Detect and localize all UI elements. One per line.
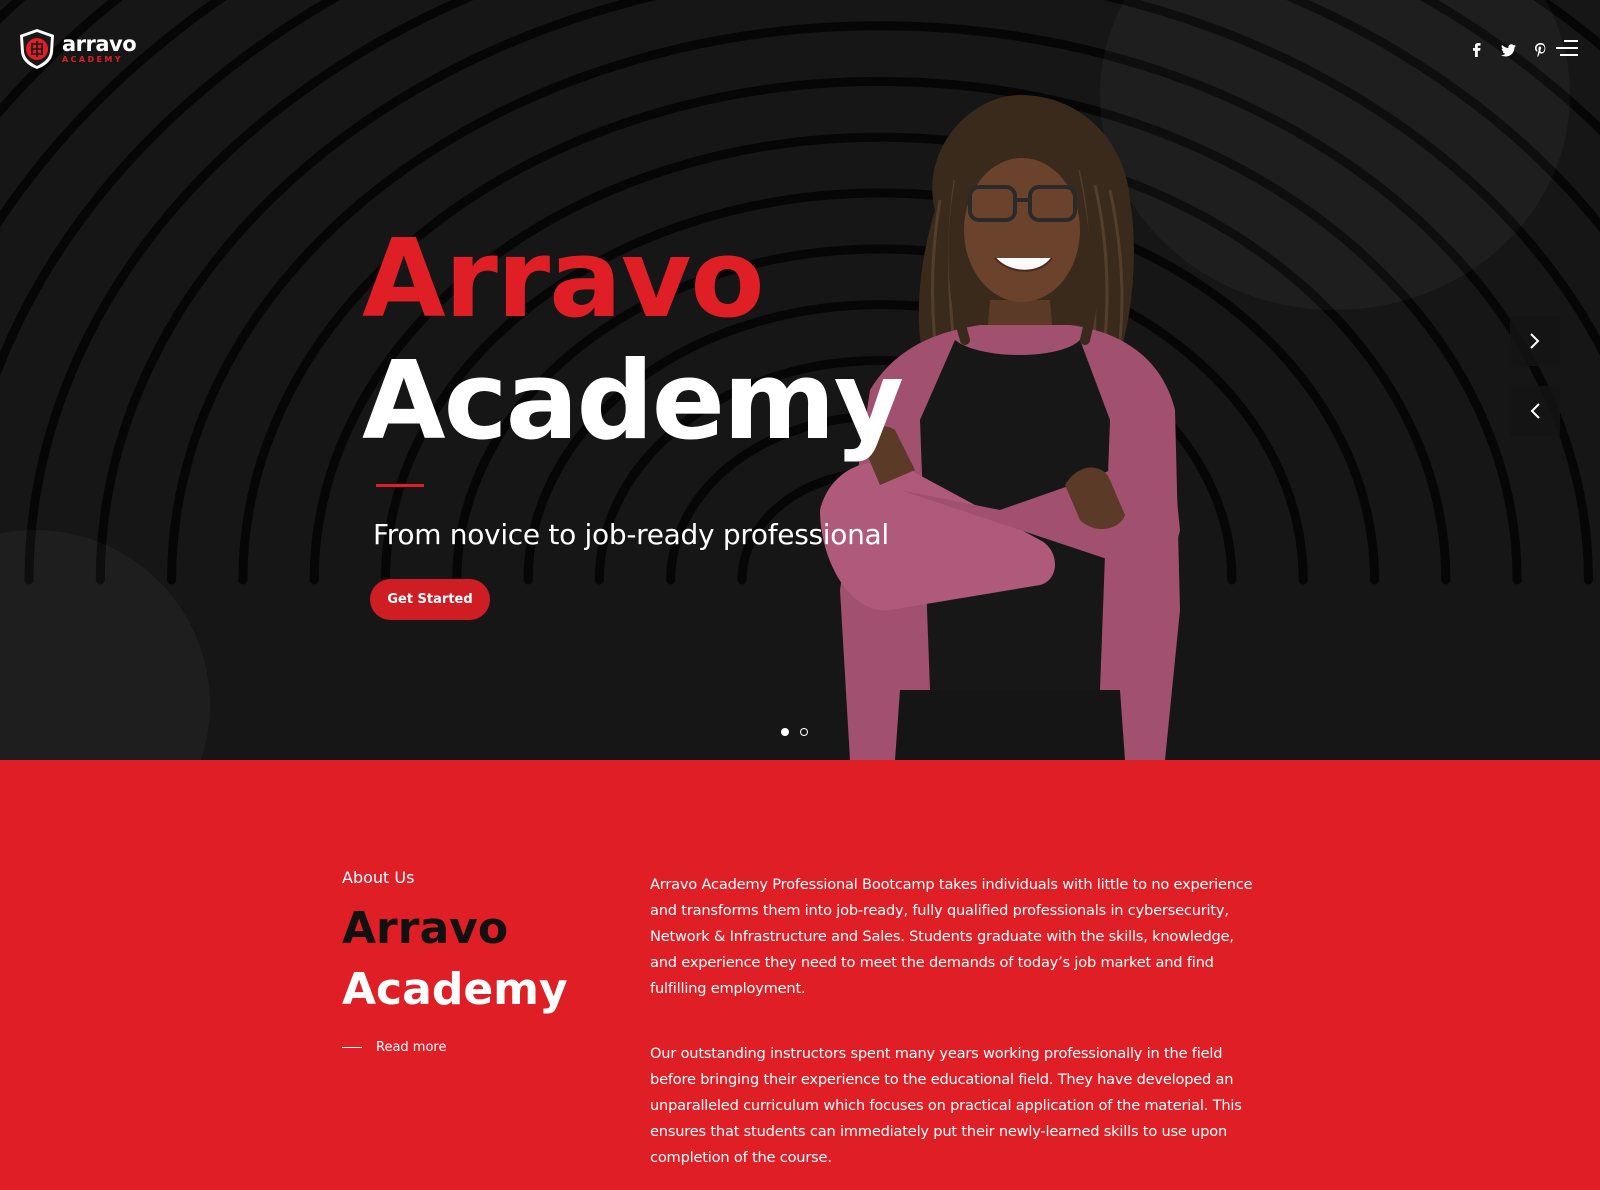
about-paragraph-1: Arravo Academy Professional Bootcamp tak… [650,876,1253,997]
logo-shield-icon [20,29,54,69]
slider-dot-1[interactable] [781,728,789,736]
twitter-icon[interactable] [1492,40,1524,60]
about-label: About Us [342,868,415,887]
about-title-line-2: Academy [342,964,568,1015]
hero-subtitle: From novice to job-ready professional [373,518,889,551]
slider-dot-2[interactable] [800,728,808,736]
hero-accent-rule [376,484,424,487]
read-more-link[interactable]: Read more [342,1040,446,1055]
slider-pagination [781,728,808,736]
pinterest-icon[interactable] [1524,40,1556,60]
chevron-left-icon [1530,403,1540,419]
logo[interactable]: arravo ACADEMY [18,28,137,70]
read-more-label: Read more [376,1040,447,1055]
slider-next-button[interactable] [1510,316,1560,366]
read-more-line [342,1047,362,1048]
social-links [1460,40,1556,60]
facebook-icon[interactable] [1460,40,1492,60]
about-section: About Us Arravo Academy Read more Arravo… [0,760,1600,1190]
hero-section: arravo ACADEMY Arravo Academy From novic… [0,0,1600,760]
hero-title-line-2: Academy [362,339,904,464]
slider-prev-button[interactable] [1510,386,1560,436]
get-started-button[interactable]: Get Started [370,579,490,620]
logo-wordmark: arravo [62,32,137,56]
hamburger-menu-icon[interactable] [1556,40,1578,56]
hero-title-line-1: Arravo [362,217,765,342]
chevron-right-icon [1530,333,1540,349]
logo-subtitle: ACADEMY [62,55,123,64]
about-paragraph-2: Our outstanding instructors spent many y… [650,1045,1242,1166]
about-title-line-1: Arravo [342,903,509,954]
